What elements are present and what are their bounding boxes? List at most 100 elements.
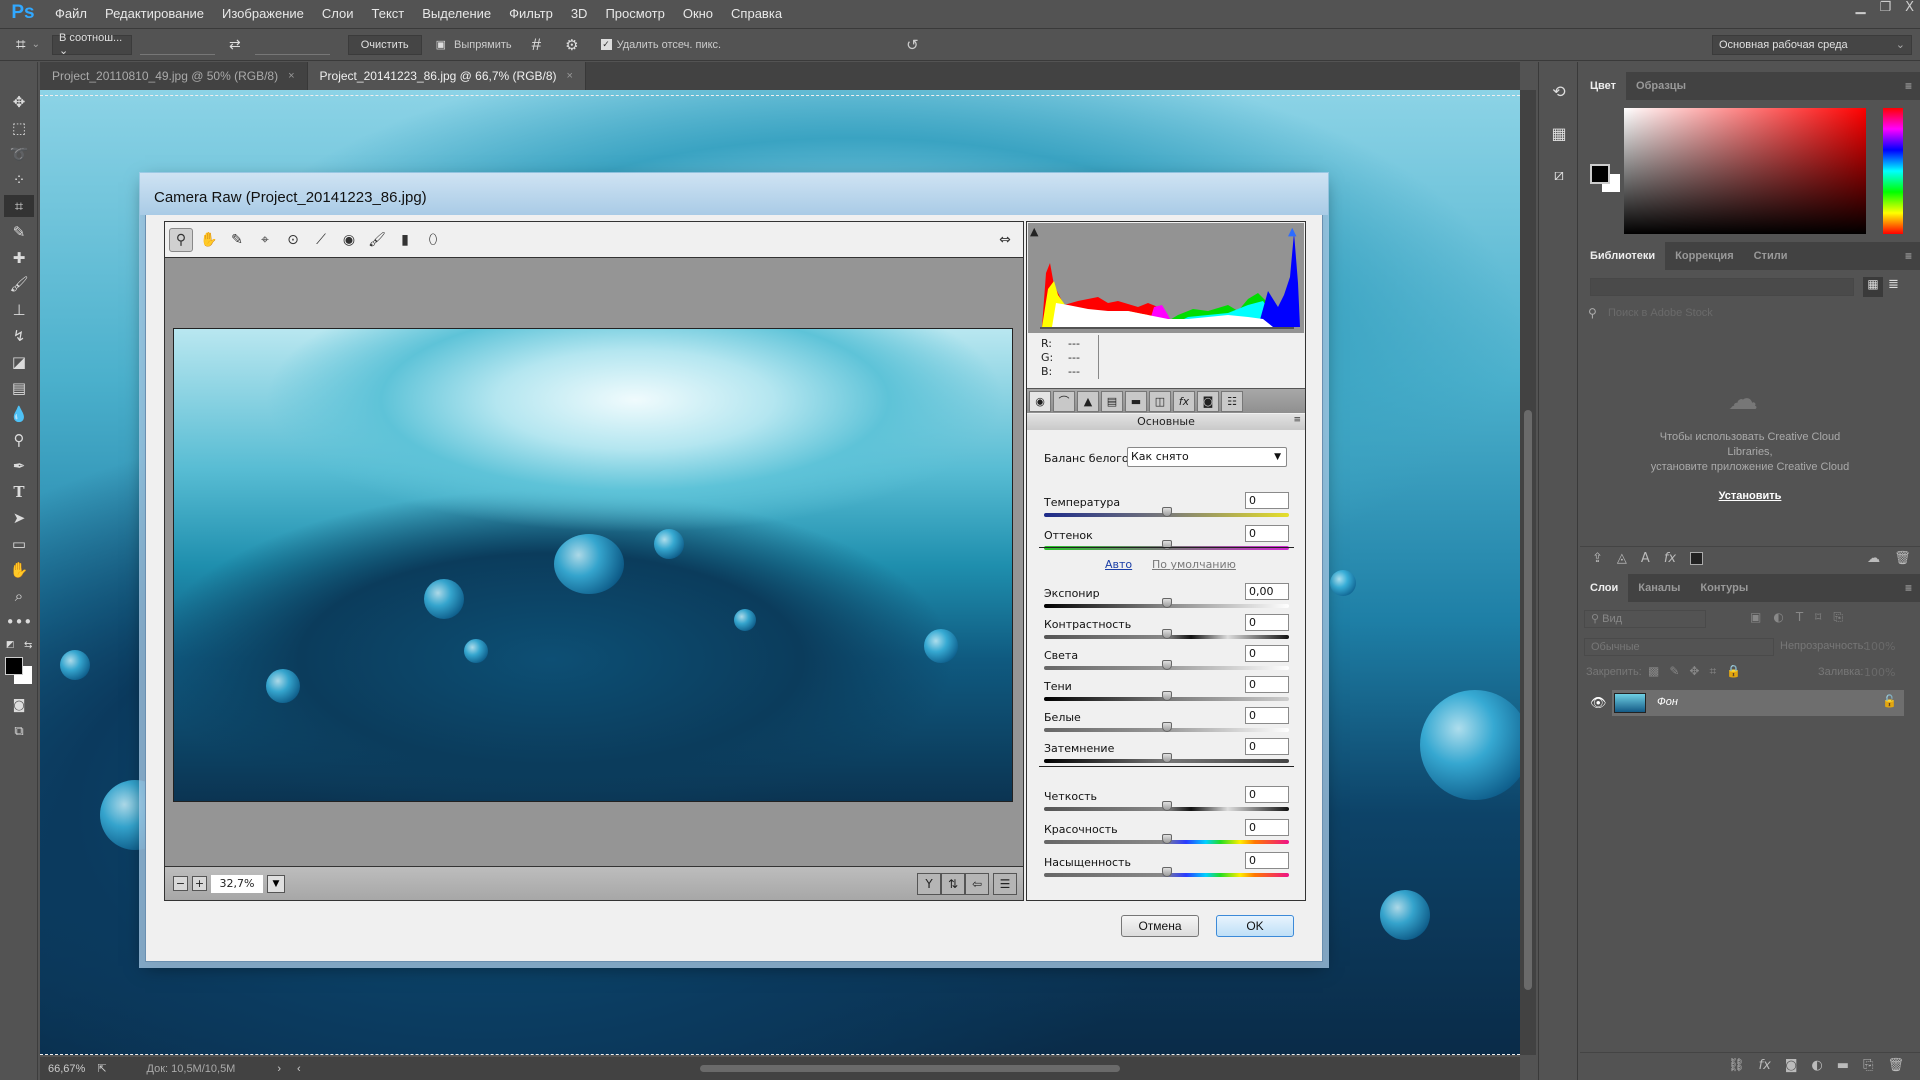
- status-next-icon[interactable]: ›: [277, 1063, 281, 1075]
- close-icon[interactable]: ×: [567, 70, 573, 82]
- upload-icon[interactable]: ⇪: [1592, 551, 1603, 566]
- tone-curve-tab-icon[interactable]: ⌒: [1053, 390, 1075, 412]
- menu-help[interactable]: Справка: [722, 6, 791, 21]
- color-field[interactable]: [1624, 108, 1866, 234]
- add-graphic-icon[interactable]: ◬: [1617, 551, 1627, 566]
- delete-layer-icon[interactable]: 🗑: [1887, 1058, 1904, 1073]
- quick-mask-icon[interactable]: ◙: [4, 694, 34, 716]
- effects-tab-icon[interactable]: fx: [1173, 390, 1195, 412]
- vertical-scrollbar[interactable]: [1520, 90, 1536, 1055]
- hand-tool-icon[interactable]: ✋: [197, 228, 221, 252]
- ratio-select[interactable]: В соотнош... ⌄: [51, 32, 132, 57]
- swap-icon[interactable]: ⇄: [229, 36, 241, 53]
- toggle-settings-icon[interactable]: ☰: [993, 873, 1017, 895]
- new-adjustment-icon[interactable]: ◐: [1811, 1058, 1822, 1073]
- foreground-color-swatch[interactable]: [1590, 164, 1610, 184]
- crop-tool-icon[interactable]: ⌗: [4, 195, 34, 217]
- type-tool-icon[interactable]: T: [4, 481, 34, 503]
- red-eye-tool-icon[interactable]: ◉: [337, 228, 361, 252]
- gear-icon[interactable]: ⚙: [565, 36, 578, 54]
- new-group-icon[interactable]: ▬: [1837, 1058, 1849, 1073]
- copy-current-to-before-icon[interactable]: ⇦: [965, 873, 989, 895]
- slider-thumb[interactable]: [1161, 629, 1172, 639]
- slider-thumb[interactable]: [1161, 801, 1172, 811]
- blur-tool-icon[interactable]: 💧: [4, 403, 34, 425]
- slider-value-input[interactable]: 0: [1245, 786, 1289, 803]
- stamp-tool-icon[interactable]: ⊥: [4, 299, 34, 321]
- tab-adjustments[interactable]: Коррекция: [1665, 242, 1743, 270]
- slider-thumb[interactable]: [1161, 540, 1172, 550]
- pen-tool-icon[interactable]: ✒: [4, 455, 34, 477]
- menu-window[interactable]: Окно: [674, 6, 722, 21]
- shadow-clipping-warning-icon[interactable]: ▲: [1030, 225, 1044, 239]
- add-color-icon[interactable]: [1690, 552, 1704, 565]
- straighten-label[interactable]: Выпрямить: [454, 39, 512, 51]
- 3d-panel-icon[interactable]: ▦: [1544, 118, 1574, 148]
- healing-tool-icon[interactable]: ✚: [4, 247, 34, 269]
- minimize-button[interactable]: ▁: [1855, 0, 1865, 15]
- eyedropper-tool-icon[interactable]: ✎: [4, 221, 34, 243]
- lock-artboard-icon[interactable]: ⌗: [1709, 664, 1716, 679]
- slider-value-input[interactable]: 0: [1245, 676, 1289, 693]
- smart-object-filter-icon[interactable]: ⎘: [1833, 610, 1843, 625]
- delete-cropped-checkbox[interactable]: ✓: [600, 39, 612, 50]
- list-view-icon[interactable]: ≣: [1888, 277, 1899, 292]
- foreground-color-swatch[interactable]: [5, 657, 23, 675]
- tab-libraries[interactable]: Библиотеки: [1580, 242, 1666, 270]
- slider-value-input[interactable]: 0: [1245, 525, 1289, 542]
- path-select-tool-icon[interactable]: ➤: [4, 507, 34, 529]
- move-tool-icon[interactable]: ✥: [4, 91, 34, 113]
- scrollbar-thumb[interactable]: [1524, 410, 1532, 990]
- slider-value-input[interactable]: 0: [1245, 707, 1289, 724]
- install-link[interactable]: Установить: [1580, 490, 1920, 502]
- fill-input[interactable]: 100%: [1864, 666, 1895, 679]
- ok-button[interactable]: OK: [1216, 915, 1294, 937]
- slider-value-input[interactable]: 0: [1245, 492, 1289, 509]
- close-button[interactable]: X: [1905, 0, 1914, 15]
- panel-menu-icon[interactable]: ≡: [1905, 79, 1912, 93]
- targeted-adjustment-tool-icon[interactable]: ⊙: [281, 228, 305, 252]
- marquee-tool-icon[interactable]: ⬚: [4, 117, 34, 139]
- highlight-clipping-warning-icon[interactable]: ▲: [1288, 225, 1302, 239]
- menu-file[interactable]: Файл: [46, 6, 96, 21]
- zoom-out-button[interactable]: −: [173, 876, 188, 891]
- adjustment-filter-icon[interactable]: ◐: [1773, 610, 1783, 625]
- before-after-view-icon[interactable]: Y: [917, 873, 941, 895]
- grid-view-icon[interactable]: ▦: [1863, 277, 1883, 297]
- width-input[interactable]: [139, 35, 215, 55]
- menu-layers[interactable]: Слои: [313, 6, 363, 21]
- screen-mode-icon[interactable]: ⧉: [4, 720, 34, 742]
- presets-tab-icon[interactable]: ☷: [1221, 390, 1243, 412]
- quick-select-tool-icon[interactable]: ⁘: [4, 169, 34, 191]
- auto-link[interactable]: Авто: [1105, 558, 1132, 571]
- white-balance-tool-icon[interactable]: ✎: [225, 228, 249, 252]
- opacity-input[interactable]: 100%: [1864, 640, 1895, 653]
- reset-icon[interactable]: ↺: [906, 36, 919, 54]
- menu-edit[interactable]: Редактирование: [96, 6, 213, 21]
- tab-document-2[interactable]: Project_20141223_86.jpg @ 66,7% (RGB/8) …: [307, 62, 586, 90]
- white-balance-select[interactable]: Как снято ▼: [1127, 447, 1287, 467]
- detail-tab-icon[interactable]: ▲: [1077, 390, 1099, 412]
- fx-icon[interactable]: fx: [1664, 551, 1676, 566]
- crop-tool-preset-icon[interactable]: ⌗: [16, 35, 26, 55]
- graduated-filter-icon[interactable]: ▮: [393, 228, 417, 252]
- image-preview[interactable]: [173, 328, 1013, 802]
- split-toning-tab-icon[interactable]: ▬: [1125, 390, 1147, 412]
- more-tools-icon[interactable]: •••: [4, 611, 34, 633]
- link-layers-icon[interactable]: ⛓: [1728, 1058, 1745, 1073]
- menu-image[interactable]: Изображение: [213, 6, 313, 21]
- menu-3d[interactable]: 3D: [562, 6, 597, 21]
- panel-menu-icon[interactable]: ≡: [1905, 581, 1912, 595]
- library-select[interactable]: [1590, 278, 1854, 296]
- shape-filter-icon[interactable]: ⌑: [1815, 610, 1821, 625]
- fullscreen-toggle-icon[interactable]: ⇔: [993, 228, 1017, 252]
- zoom-tool-icon[interactable]: ⚲: [169, 227, 193, 252]
- export-icon[interactable]: ⇱: [97, 1062, 106, 1075]
- slider-thumb[interactable]: [1161, 834, 1172, 844]
- dodge-tool-icon[interactable]: ⚲: [4, 429, 34, 451]
- add-text-icon[interactable]: A: [1641, 551, 1650, 566]
- slider-value-input[interactable]: 0: [1245, 614, 1289, 631]
- chevron-down-icon[interactable]: ⌄: [32, 39, 40, 50]
- transform-panel-icon[interactable]: ⧄: [1544, 160, 1574, 190]
- zoom-level-field[interactable]: 32,7%: [211, 874, 263, 893]
